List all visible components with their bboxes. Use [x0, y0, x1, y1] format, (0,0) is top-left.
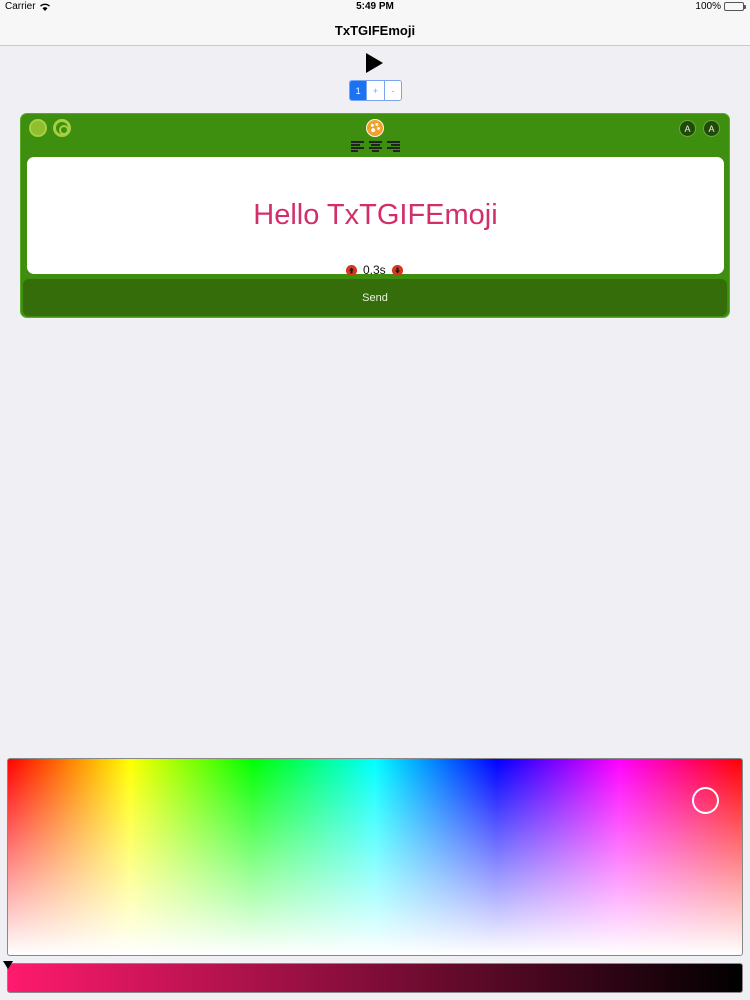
- duration-control: 0.3s: [346, 263, 403, 277]
- duration-increase-icon[interactable]: [346, 264, 357, 276]
- hue-saturation-picker[interactable]: [7, 758, 743, 956]
- frame-segment-1[interactable]: 1: [350, 81, 367, 100]
- align-right-icon[interactable]: [387, 141, 400, 152]
- duration-decrease-icon[interactable]: [391, 264, 403, 276]
- editor-card: A A Hello TxTGIFEmoji 0.3s Send: [20, 113, 730, 318]
- play-icon[interactable]: [363, 52, 385, 74]
- font-size-decrease-icon[interactable]: A: [703, 120, 720, 137]
- frame-stepper: 1 + -: [349, 80, 402, 101]
- status-right: 100%: [695, 1, 746, 12]
- fill-color-icon[interactable]: [29, 119, 47, 137]
- status-bar: Carrier 5:49 PM 100%: [0, 0, 750, 14]
- status-time: 5:49 PM: [356, 1, 394, 12]
- add-frame-button[interactable]: +: [366, 81, 384, 100]
- align-left-icon[interactable]: [351, 141, 364, 152]
- duration-value: 0.3s: [363, 263, 386, 277]
- nav-title: TxTGIFEmoji: [334, 23, 416, 38]
- stroke-color-icon[interactable]: [53, 119, 71, 137]
- slider-thumb-icon[interactable]: [3, 961, 13, 969]
- align-center-icon[interactable]: [369, 141, 382, 152]
- message-text-area[interactable]: Hello TxTGIFEmoji: [27, 157, 724, 274]
- font-size-increase-icon[interactable]: A: [679, 120, 696, 137]
- send-button[interactable]: Send: [23, 279, 727, 316]
- color-picker-handle[interactable]: [692, 787, 719, 814]
- brightness-slider[interactable]: [3, 961, 743, 993]
- text-alignment-group: [351, 141, 400, 152]
- battery-icon: [724, 2, 746, 11]
- navigation-bar: TxTGIFEmoji: [0, 14, 750, 46]
- remove-frame-button[interactable]: -: [383, 81, 401, 100]
- battery-percentage: 100%: [695, 1, 721, 12]
- palette-icon[interactable]: [366, 119, 384, 137]
- message-text: Hello TxTGIFEmoji: [253, 199, 498, 231]
